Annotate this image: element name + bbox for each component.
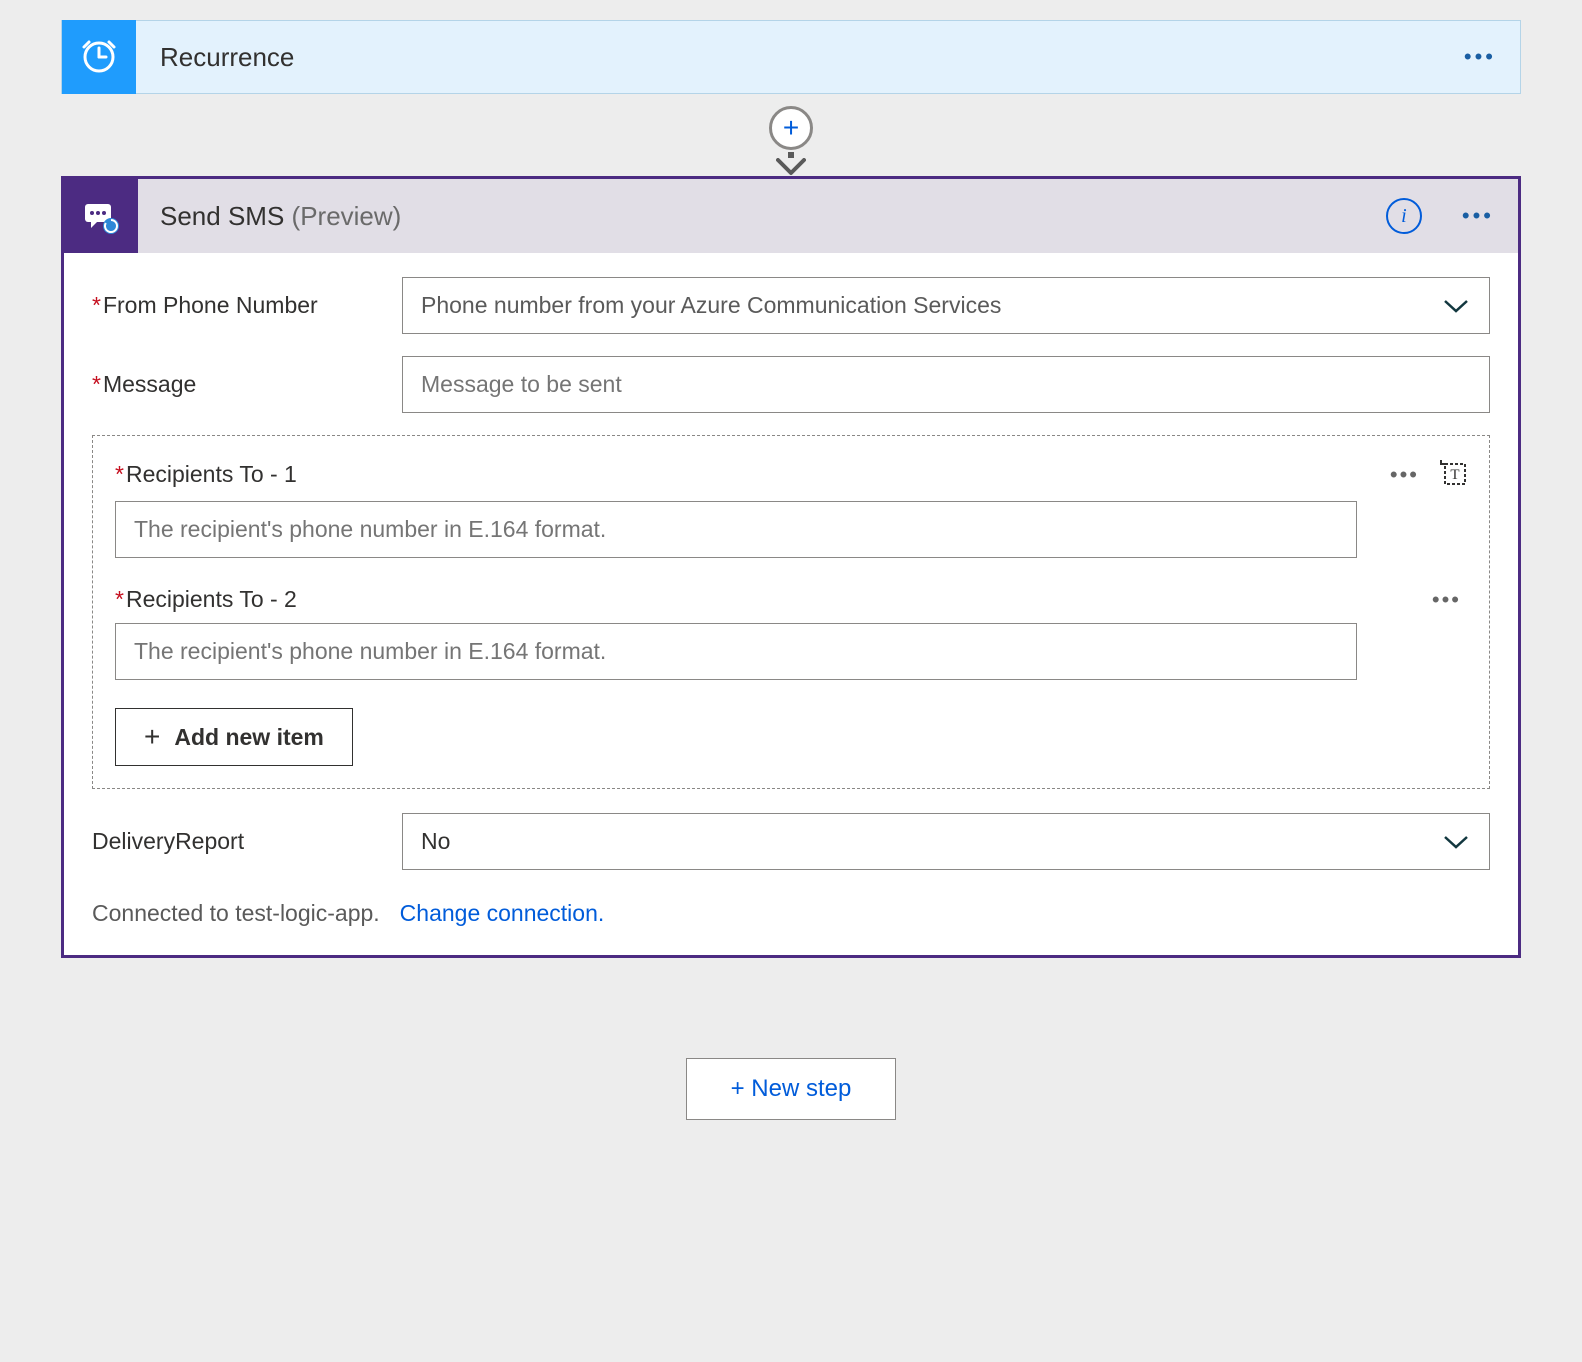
delivery-report-label: DeliveryReport	[92, 828, 402, 855]
send-sms-card: Send SMS (Preview) i ••• *From Phone Num…	[61, 176, 1521, 958]
send-sms-title-text: Send SMS	[160, 201, 284, 231]
send-sms-header[interactable]: Send SMS (Preview) i •••	[64, 179, 1518, 253]
recurrence-more-icon[interactable]: •••	[1440, 44, 1520, 70]
from-phone-select[interactable]: Phone number from your Azure Communicati…	[402, 277, 1490, 334]
new-step-wrap: + New step	[61, 1058, 1521, 1120]
message-input[interactable]	[402, 356, 1490, 413]
new-step-button[interactable]: + New step	[686, 1058, 897, 1120]
send-sms-preview-label: (Preview)	[292, 201, 402, 231]
recipient-item-1: *Recipients To - 1 ••• T	[115, 458, 1467, 558]
switch-array-icon[interactable]: T	[1439, 458, 1467, 491]
add-new-item-button[interactable]: + Add new item	[115, 708, 353, 766]
recurrence-title: Recurrence	[136, 42, 1440, 73]
delivery-report-row: DeliveryReport No	[92, 813, 1490, 870]
chevron-down-icon	[1443, 298, 1469, 314]
connector: +	[61, 94, 1521, 176]
info-icon[interactable]: i	[1386, 198, 1422, 234]
change-connection-link[interactable]: Change connection.	[400, 900, 605, 927]
recipients-group: *Recipients To - 1 ••• T	[92, 435, 1490, 789]
clock-recurrence-icon	[79, 37, 119, 77]
send-sms-title: Send SMS (Preview)	[138, 201, 1386, 232]
recipient-2-input[interactable]	[115, 623, 1357, 680]
delivery-report-select[interactable]: No	[402, 813, 1490, 870]
sms-icon-box	[64, 179, 138, 253]
plus-icon: +	[144, 721, 160, 753]
arrow-down-icon	[776, 158, 806, 176]
recipient-2-label: *Recipients To - 2	[115, 586, 1426, 613]
add-new-item-label: Add new item	[174, 724, 324, 751]
chevron-down-icon	[1443, 834, 1469, 850]
connected-to-text: Connected to test-logic-app.	[92, 900, 380, 927]
delivery-report-value: No	[421, 828, 450, 855]
from-phone-placeholder: Phone number from your Azure Communicati…	[421, 292, 1001, 319]
add-step-plus-button[interactable]: +	[769, 106, 813, 150]
recurrence-card[interactable]: Recurrence •••	[61, 20, 1521, 94]
send-sms-body: *From Phone Number Phone number from you…	[64, 253, 1518, 955]
recipient-1-more-icon[interactable]: •••	[1384, 462, 1425, 488]
from-phone-label: *From Phone Number	[92, 292, 402, 319]
message-row: *Message	[92, 356, 1490, 413]
connection-footer: Connected to test-logic-app. Change conn…	[92, 900, 1490, 927]
svg-text:T: T	[1450, 467, 1459, 483]
recurrence-icon-box	[62, 20, 136, 94]
recipient-1-input[interactable]	[115, 501, 1357, 558]
recipient-2-more-icon[interactable]: •••	[1426, 587, 1467, 613]
recipient-1-label: *Recipients To - 1	[115, 461, 1384, 488]
from-phone-row: *From Phone Number Phone number from you…	[92, 277, 1490, 334]
message-label: *Message	[92, 371, 402, 398]
send-sms-more-icon[interactable]: •••	[1438, 203, 1518, 229]
sms-icon	[81, 196, 121, 236]
recipient-item-2: *Recipients To - 2 •••	[115, 586, 1467, 680]
